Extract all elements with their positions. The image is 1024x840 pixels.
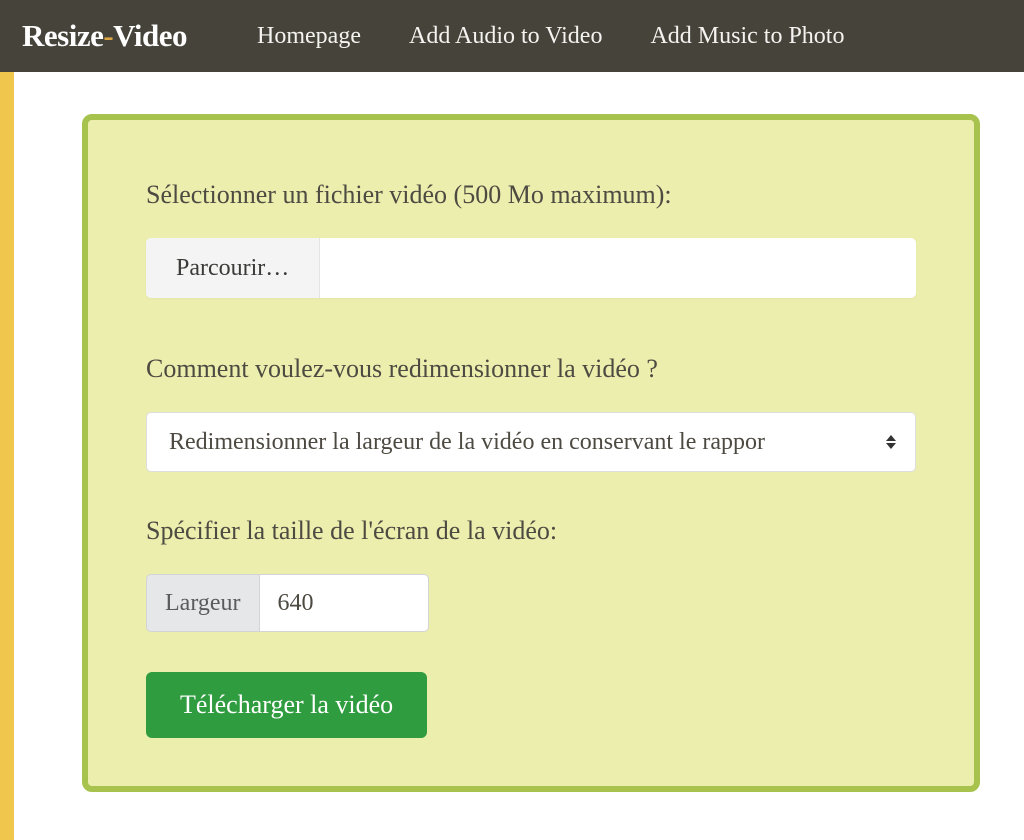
nav-links: Homepage Add Audio to Video Add Music to… <box>257 23 844 50</box>
size-row: Largeur <box>146 574 916 632</box>
nav-add-audio[interactable]: Add Audio to Video <box>409 23 602 50</box>
upload-video-button[interactable]: Télécharger la vidéo <box>146 672 427 738</box>
width-input[interactable] <box>259 574 429 632</box>
select-file-label: Sélectionner un fichier vidéo (500 Mo ma… <box>146 180 916 210</box>
brand-part1: Resize <box>22 18 103 53</box>
resize-select-wrap: Redimensionner la largeur de la vidéo en… <box>146 412 916 472</box>
navbar: Resize-Video Homepage Add Audio to Video… <box>0 0 1024 72</box>
nav-homepage[interactable]: Homepage <box>257 23 361 50</box>
left-accent-stripe <box>0 72 14 840</box>
browse-button[interactable]: Parcourir… <box>146 238 320 298</box>
brand-logo: Resize-Video <box>22 18 187 54</box>
width-addon-label: Largeur <box>146 574 259 632</box>
nav-add-music[interactable]: Add Music to Photo <box>650 23 844 50</box>
brand-dash: - <box>103 18 113 53</box>
page-body: Sélectionner un fichier vidéo (500 Mo ma… <box>0 72 1024 840</box>
form-card: Sélectionner un fichier vidéo (500 Mo ma… <box>82 114 980 792</box>
file-name-display <box>320 238 916 298</box>
resize-method-select[interactable]: Redimensionner la largeur de la vidéo en… <box>146 412 916 472</box>
brand-part2: Video <box>113 18 187 53</box>
file-input-row: Parcourir… <box>146 238 916 298</box>
resize-method-label: Comment voulez-vous redimensionner la vi… <box>146 354 916 384</box>
specify-size-label: Spécifier la taille de l'écran de la vid… <box>146 516 916 546</box>
content-area: Sélectionner un fichier vidéo (500 Mo ma… <box>14 72 1024 840</box>
